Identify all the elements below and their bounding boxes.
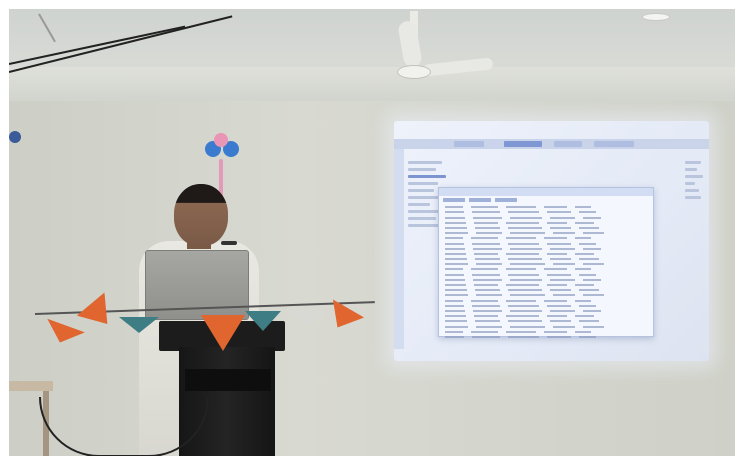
- bunting-flag: [201, 315, 245, 351]
- projected-table-row: [445, 325, 647, 329]
- projected-table-row: [445, 232, 647, 235]
- side-table-top: [9, 381, 53, 391]
- bunting-flag: [119, 317, 159, 333]
- projected-table-row: [445, 211, 647, 214]
- projected-table-row: [445, 206, 647, 209]
- projected-table-row: [445, 289, 647, 292]
- projected-table-row: [445, 216, 647, 220]
- projected-table-row: [445, 294, 647, 297]
- projected-table-row: [445, 299, 647, 303]
- projected-table-row: [445, 330, 647, 334]
- projected-table-row: [445, 237, 647, 240]
- projected-table-row: [445, 242, 647, 246]
- paper-flower-decoration: [205, 133, 245, 161]
- flower-petal: [214, 133, 228, 147]
- projected-table-row: [445, 304, 647, 308]
- projected-table-row: [445, 263, 647, 266]
- projected-ide-tab: [504, 141, 542, 147]
- window-titlebar: [439, 188, 653, 196]
- projected-table-row: [445, 247, 647, 251]
- projected-table-row: [445, 309, 647, 313]
- projected-table-row: [445, 268, 647, 271]
- projected-table-row: [445, 284, 647, 287]
- projected-table-row: [445, 258, 647, 261]
- podium-shadow: [185, 369, 271, 391]
- projected-table-row: [445, 226, 647, 230]
- projected-table-row: [445, 320, 647, 323]
- wall-ornament: [9, 131, 21, 143]
- photo-frame: [9, 9, 735, 456]
- projected-table-row: [445, 273, 647, 277]
- projected-ide-tab: [554, 141, 582, 147]
- projected-ide-tab: [594, 141, 634, 147]
- projected-ide-activity-bar: [394, 149, 404, 349]
- window-tabs: [443, 198, 649, 204]
- projected-data-table-window: [438, 187, 654, 339]
- projected-table-row: [445, 252, 647, 256]
- projected-screen: [394, 121, 709, 361]
- ceiling-light: [642, 13, 670, 21]
- bunting-flag: [245, 311, 281, 331]
- projected-table-row: [445, 315, 647, 318]
- presenter-head: [174, 184, 228, 246]
- projected-minimap: [685, 157, 705, 337]
- projected-table-row: [445, 278, 647, 282]
- projected-table-row: [445, 335, 647, 339]
- bunting-flag: [289, 311, 325, 325]
- projected-ide-toolbar: [394, 139, 709, 149]
- fan-hub: [397, 65, 431, 79]
- projected-ide-tab: [454, 141, 484, 147]
- microphone: [221, 241, 237, 245]
- projected-table-row: [445, 221, 647, 225]
